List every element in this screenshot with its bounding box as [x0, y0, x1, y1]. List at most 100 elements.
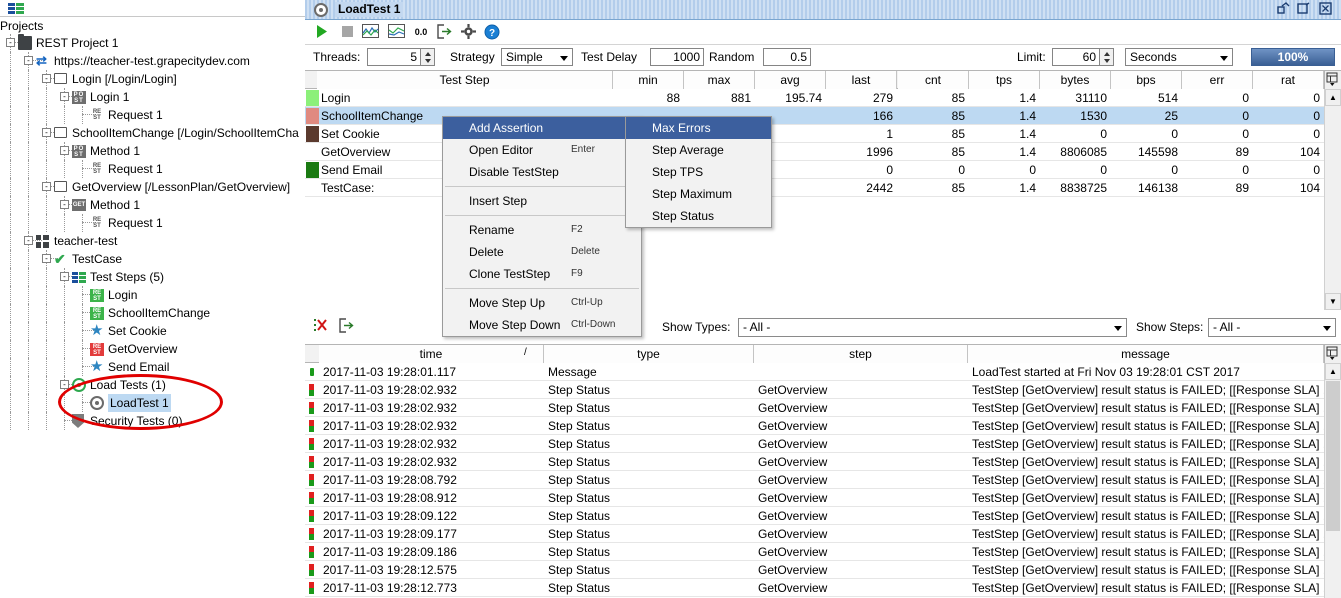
export-statistics-button[interactable] [435, 24, 453, 41]
log-row[interactable]: 2017-11-03 19:28:02.932 Step Status GetOve… [305, 435, 1324, 453]
log-row[interactable]: 2017-11-03 19:28:09.177 Step Status GetOve… [305, 525, 1324, 543]
tree-expander[interactable]: - [24, 236, 33, 245]
stats-column-header[interactable]: Test Step [317, 71, 613, 89]
statistics-vertical-scrollbar[interactable]: ▲ ▼ [1324, 89, 1341, 310]
threads-spinner[interactable] [421, 48, 435, 66]
threads-input[interactable]: 5 [367, 48, 421, 66]
submenu-item[interactable]: Step Average [626, 139, 771, 161]
log-row[interactable]: 2017-11-03 19:28:02.932 Step Status GetOve… [305, 381, 1324, 399]
tree-node[interactable]: - SchoolItemChange [/Login/SchoolItemCha [0, 124, 305, 142]
tree-node[interactable]: - ⇄ https://teacher-test.grapecitydev.com [0, 52, 305, 70]
menu-item[interactable]: Delete Delete [443, 241, 641, 263]
log-row[interactable]: 2017-11-03 19:28:02.932 Step Status GetOve… [305, 417, 1324, 435]
clear-log-icon[interactable] [313, 318, 331, 335]
tree-node[interactable]: Security Tests (0) [0, 412, 305, 430]
log-column-header[interactable]: message [968, 345, 1324, 363]
tree-node[interactable]: - teacher-test [0, 232, 305, 250]
submenu-item[interactable]: Step Status [626, 205, 771, 227]
stats-column-header[interactable]: err [1182, 71, 1253, 89]
log-column-header[interactable]: type [544, 345, 754, 363]
tree-expander[interactable]: - [60, 200, 69, 209]
submenu-item[interactable]: Max Errors [626, 117, 771, 139]
tree-expander[interactable]: - [6, 38, 15, 47]
log-column-header[interactable]: time [319, 345, 544, 363]
log-row[interactable]: 2017-11-03 19:28:12.773 Step Status GetOve… [305, 579, 1324, 597]
export-log-icon[interactable] [337, 318, 355, 335]
tree-expander[interactable]: - [24, 56, 33, 65]
tree-node[interactable]: - Load Tests (1) [0, 376, 305, 394]
reset-statistics-button[interactable]: 0.0 [412, 24, 430, 41]
stats-column-header[interactable]: bps [1111, 71, 1182, 89]
tree-node[interactable]: RE ST Request 1 [0, 106, 305, 124]
log-vertical-scrollbar[interactable]: ▲ [1324, 363, 1341, 598]
stats-column-header[interactable]: tps [969, 71, 1040, 89]
test-steps-icon[interactable] [8, 3, 24, 14]
tree-node[interactable]: - Test Steps (5) [0, 268, 305, 286]
statistics-history-button[interactable] [387, 24, 405, 41]
tree-expander[interactable]: - [60, 92, 69, 101]
run-button[interactable] [313, 24, 331, 41]
stop-button[interactable] [338, 24, 356, 41]
log-row[interactable]: 2017-11-03 19:28:02.932 Step Status GetOve… [305, 399, 1324, 417]
maximize-window-button[interactable] [1295, 2, 1313, 18]
tree-node[interactable]: RE ST GetOverview [0, 340, 305, 358]
tree-node[interactable]: - REST Project 1 [0, 34, 305, 52]
tree-node[interactable]: - PO ST Login 1 [0, 88, 305, 106]
menu-item[interactable]: Add Assertion [443, 117, 641, 139]
column-chooser-button[interactable] [1324, 71, 1341, 89]
log-row[interactable]: 2017-11-03 19:28:09.186 Step Status GetOve… [305, 543, 1324, 561]
tree-node[interactable]: - GET Method 1 [0, 196, 305, 214]
add-assertion-submenu[interactable]: Max Errors Step Average Step TPS Step Maxim… [625, 116, 772, 228]
log-scroll-up-arrow[interactable]: ▲ [1325, 363, 1341, 380]
tree-expander[interactable]: - [42, 254, 51, 263]
tree-expander[interactable]: - [60, 146, 69, 155]
stats-column-header[interactable]: last [826, 71, 897, 89]
menu-item[interactable]: Clone TestStep F9 [443, 263, 641, 285]
options-gear-icon[interactable] [459, 24, 477, 41]
log-row[interactable]: 2017-11-03 19:28:08.912 Step Status GetOve… [305, 489, 1324, 507]
log-row[interactable]: 2017-11-03 19:28:12.575 Step Status GetOve… [305, 561, 1324, 579]
menu-item[interactable]: Open Editor Enter [443, 139, 641, 161]
stats-row[interactable]: Login 88 881 195.74 279 85 1.4 31110 514 0 0 [305, 89, 1324, 107]
strategy-select[interactable]: Simple [501, 48, 573, 66]
stats-column-header[interactable]: avg [755, 71, 826, 89]
log-row[interactable]: 2017-11-03 19:28:02.932 Step Status GetOve… [305, 453, 1324, 471]
submenu-item[interactable]: Step Maximum [626, 183, 771, 205]
test-delay-input[interactable]: 1000 [650, 48, 704, 66]
show-steps-select[interactable]: - All - [1208, 318, 1336, 337]
tree-node[interactable]: ★ Send Email [0, 358, 305, 376]
tree-node[interactable]: RE ST Request 1 [0, 160, 305, 178]
log-column-chooser-button[interactable] [1324, 345, 1341, 363]
menu-item[interactable]: Rename F2 [443, 219, 641, 241]
menu-item[interactable]: Disable TestStep [443, 161, 641, 183]
tree-node[interactable]: RE ST Request 1 [0, 214, 305, 232]
tree-node[interactable]: - ✔ TestCase [0, 250, 305, 268]
stats-column-header[interactable]: rat [1253, 71, 1324, 89]
menu-item[interactable]: Move Step Down Ctrl-Down [443, 314, 641, 336]
menu-item[interactable]: Move Step Up Ctrl-Up [443, 292, 641, 314]
log-column-header[interactable]: step [754, 345, 968, 363]
scroll-up-arrow[interactable]: ▲ [1325, 89, 1341, 106]
log-row[interactable]: 2017-11-03 19:28:01.117 Message LoadTest s… [305, 363, 1324, 381]
tree-node[interactable]: ★ Set Cookie [0, 322, 305, 340]
random-input[interactable]: 0.5 [763, 48, 811, 66]
tree-node[interactable]: LoadTest 1 [0, 394, 305, 412]
tree-expander[interactable]: - [42, 128, 51, 137]
limit-input[interactable]: 60 [1052, 48, 1100, 66]
log-scroll-thumb[interactable] [1326, 381, 1340, 531]
close-window-button[interactable] [1317, 2, 1335, 18]
tree-node[interactable]: - PO ST Method 1 [0, 142, 305, 160]
tree-expander[interactable]: - [60, 380, 69, 389]
stats-column-header[interactable]: cnt [898, 71, 969, 89]
statistics-chart-button[interactable] [361, 24, 379, 41]
tree-node[interactable]: RE ST Login [0, 286, 305, 304]
stats-column-header[interactable]: min [613, 71, 684, 89]
menu-item[interactable]: Insert Step [443, 190, 641, 212]
submenu-item[interactable]: Step TPS [626, 161, 771, 183]
help-button[interactable]: ? [483, 24, 501, 41]
limit-spinner[interactable] [1100, 48, 1114, 66]
tree-expander[interactable]: - [42, 74, 51, 83]
tree-node[interactable]: RE ST SchoolItemChange [0, 304, 305, 322]
stats-column-header[interactable]: bytes [1040, 71, 1111, 89]
project-tree[interactable]: - REST Project 1- ⇄ https://teacher-test.gr… [0, 34, 305, 430]
